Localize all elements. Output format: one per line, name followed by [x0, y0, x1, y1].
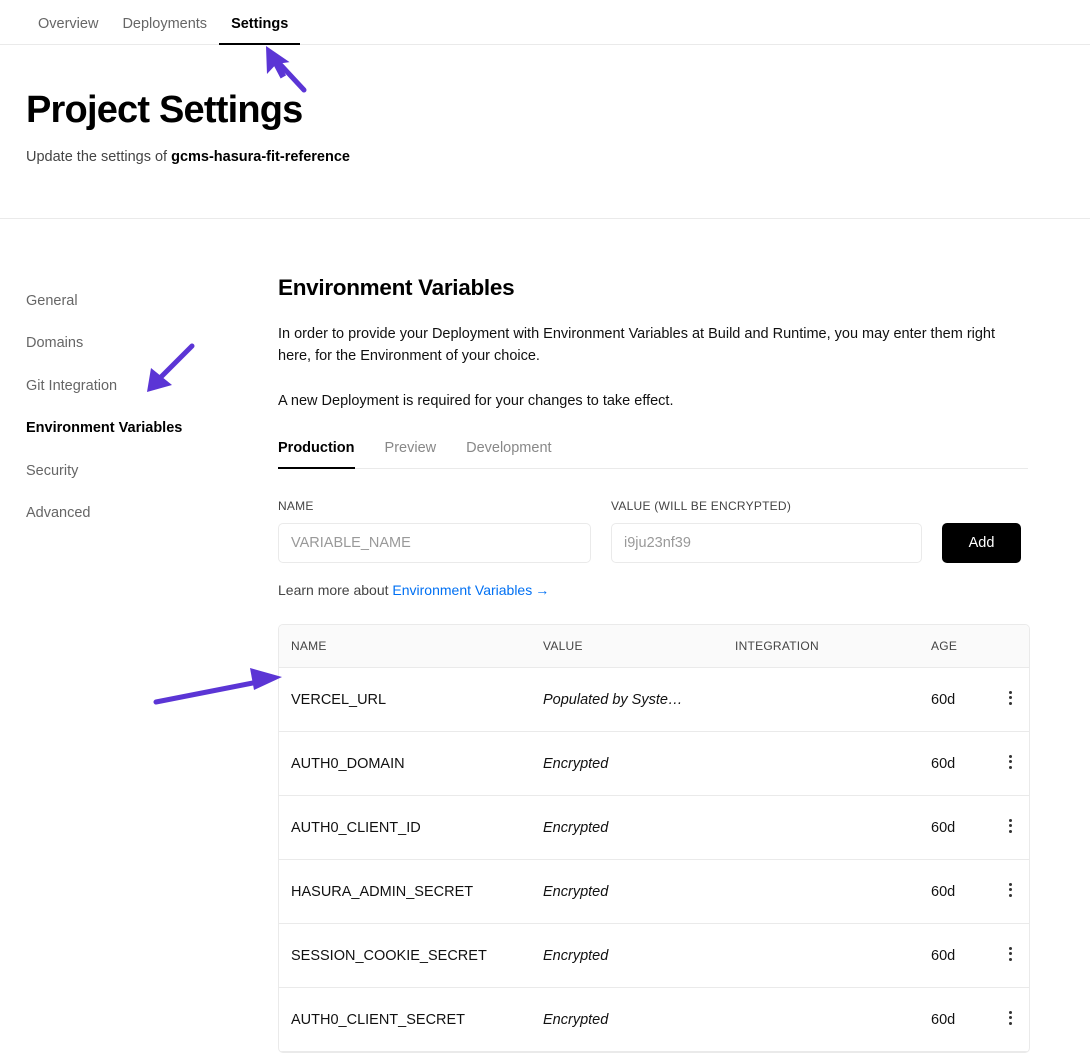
cell-actions — [981, 987, 1029, 1053]
more-options-icon[interactable] — [1002, 814, 1018, 837]
sidebar-item-git-integration[interactable]: Git Integration — [26, 378, 278, 395]
cell-integration — [735, 859, 931, 925]
cell-age: 60d — [931, 923, 981, 989]
env-tab-preview[interactable]: Preview — [370, 440, 452, 468]
page-header: Project Settings Update the settings of … — [0, 45, 1090, 219]
page-subtitle-prefix: Update the settings of — [26, 148, 172, 165]
arrow-right-icon: → — [535, 582, 550, 599]
column-header-integration: INTEGRATION — [735, 625, 931, 669]
name-field-label: NAME — [278, 499, 314, 514]
tab-deployments[interactable]: Deployments — [110, 16, 219, 45]
sidebar-item-advanced[interactable]: Advanced — [26, 505, 278, 522]
settings-sidebar: General Domains Git Integration Environm… — [26, 275, 278, 1053]
project-name: gcms-hasura-fit-reference — [171, 148, 350, 165]
more-options-icon[interactable] — [1002, 878, 1018, 901]
cell-variable-value: Encrypted — [543, 859, 735, 925]
environment-variables-panel: Environment Variables In order to provid… — [278, 275, 1030, 1053]
cell-actions — [981, 795, 1029, 861]
name-field-group: NAME — [278, 499, 591, 564]
sidebar-item-domains[interactable]: Domains — [26, 335, 278, 352]
settings-body: General Domains Git Integration Environm… — [0, 219, 1090, 1053]
value-field-group: VALUE (WILL BE ENCRYPTED) — [611, 499, 922, 564]
table-header-row: NAME VALUE INTEGRATION AGE — [279, 625, 1029, 669]
cell-variable-value: Encrypted — [543, 923, 735, 989]
cell-integration — [735, 667, 931, 733]
more-options-icon[interactable] — [1002, 750, 1018, 773]
cell-variable-name: AUTH0_DOMAIN — [279, 731, 543, 797]
section-description-2: A new Deployment is required for your ch… — [278, 392, 674, 409]
cell-variable-name: SESSION_COOKIE_SECRET — [279, 923, 543, 989]
variable-value-input[interactable] — [611, 523, 922, 564]
cell-variable-value: Encrypted — [543, 795, 735, 861]
cell-variable-value: Encrypted — [543, 987, 735, 1053]
add-variable-form: NAME VALUE (WILL BE ENCRYPTED) Add — [278, 499, 1028, 564]
cell-age: 60d — [931, 667, 981, 733]
sidebar-item-environment-variables[interactable]: Environment Variables — [26, 420, 278, 437]
learn-more-prefix: Learn more about — [278, 582, 393, 599]
cell-age: 60d — [931, 731, 981, 797]
value-field-label: VALUE (WILL BE ENCRYPTED) — [611, 499, 792, 514]
cell-integration — [735, 923, 931, 989]
tab-overview[interactable]: Overview — [26, 16, 110, 45]
cell-actions — [981, 731, 1029, 797]
column-header-actions — [981, 625, 1029, 669]
top-navigation: Overview Deployments Settings — [0, 0, 1090, 45]
table-row: VERCEL_URL Populated by Syste… 60d — [279, 667, 1029, 733]
cell-age: 60d — [931, 795, 981, 861]
more-options-icon[interactable] — [1002, 1006, 1018, 1029]
table-row: SESSION_COOKIE_SECRET Encrypted 60d — [279, 923, 1029, 989]
sidebar-item-general[interactable]: General — [26, 293, 278, 310]
more-options-icon[interactable] — [1002, 686, 1018, 709]
cell-integration — [735, 987, 931, 1053]
cell-actions — [981, 667, 1029, 733]
more-options-icon[interactable] — [1002, 942, 1018, 965]
env-tab-production[interactable]: Production — [278, 440, 370, 470]
table-row: AUTH0_CLIENT_SECRET Encrypted 60d — [279, 987, 1029, 1053]
cell-age: 60d — [931, 987, 981, 1053]
table-row: AUTH0_CLIENT_ID Encrypted 60d — [279, 795, 1029, 861]
cell-integration — [735, 795, 931, 861]
environment-variables-table: NAME VALUE INTEGRATION AGE VERCEL_URL Po… — [278, 624, 1030, 1053]
table-row: AUTH0_DOMAIN Encrypted 60d — [279, 731, 1029, 797]
environment-tabs: Production Preview Development — [278, 440, 1028, 470]
cell-variable-name: VERCEL_URL — [279, 667, 543, 733]
column-header-name: NAME — [279, 625, 543, 669]
section-title: Environment Variables — [278, 275, 515, 300]
page-subtitle: Update the settings of gcms-hasura-fit-r… — [26, 149, 1064, 165]
cell-variable-value: Encrypted — [543, 731, 735, 797]
cell-variable-name: HASURA_ADMIN_SECRET — [279, 859, 543, 925]
cell-actions — [981, 923, 1029, 989]
add-button[interactable]: Add — [942, 523, 1021, 564]
variable-name-input[interactable] — [278, 523, 591, 564]
table-row: HASURA_ADMIN_SECRET Encrypted 60d — [279, 859, 1029, 925]
column-header-age: AGE — [931, 625, 981, 669]
env-tab-development[interactable]: Development — [451, 440, 566, 468]
section-description-1: In order to provide your Deployment with… — [278, 326, 996, 365]
cell-variable-name: AUTH0_CLIENT_ID — [279, 795, 543, 861]
learn-more-line: Learn more about Environment Variables → — [278, 582, 1028, 598]
sidebar-item-security[interactable]: Security — [26, 463, 278, 480]
environment-variables-link[interactable]: Environment Variables — [392, 582, 532, 598]
cell-integration — [735, 731, 931, 797]
cell-variable-name: AUTH0_CLIENT_SECRET — [279, 987, 543, 1053]
cell-variable-value: Populated by Syste… — [543, 667, 735, 733]
page-title: Project Settings — [26, 89, 303, 131]
cell-age: 60d — [931, 859, 981, 925]
tab-settings[interactable]: Settings — [219, 16, 301, 45]
cell-actions — [981, 859, 1029, 925]
column-header-value: VALUE — [543, 625, 735, 669]
